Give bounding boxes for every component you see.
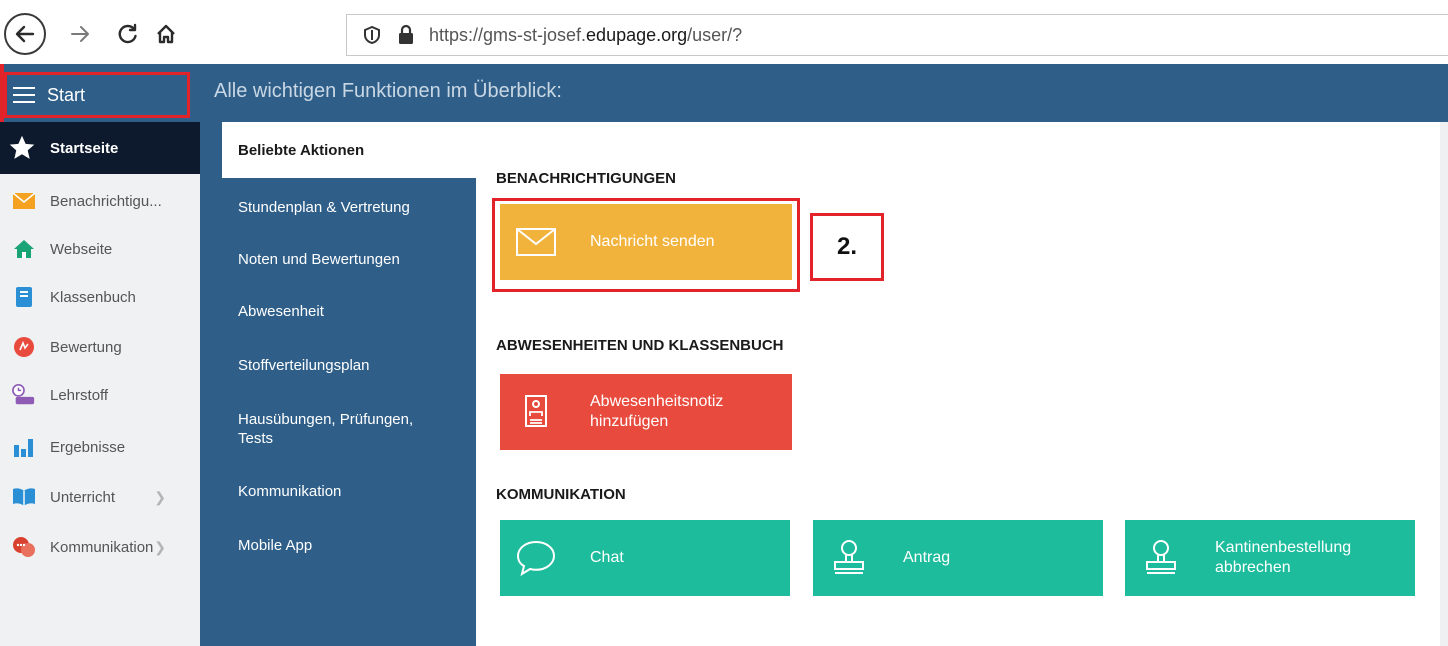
sidebar-item-label: Bewertung — [50, 338, 122, 356]
tile-label: Antrag — [903, 549, 951, 566]
sidebar-item-label: Benachrichtigu... — [50, 192, 162, 210]
chevron-right-icon: ❯ — [154, 488, 166, 505]
section-title-communication: KOMMUNIKATION — [496, 486, 626, 503]
page: https://gms-st-josef.edupage.org/user/? … — [0, 0, 1448, 646]
book-icon — [12, 285, 36, 309]
sidebar-item-unterricht[interactable]: Unterricht ❯ — [0, 472, 200, 522]
sidebar-item-bewertung[interactable]: Bewertung — [0, 322, 200, 372]
step-callout: 2. — [810, 213, 884, 281]
highlight-marker — [0, 64, 4, 122]
lock-icon — [399, 24, 413, 44]
request-tile[interactable]: Antrag — [813, 520, 1103, 596]
sidebar-item-label: Startseite — [50, 139, 119, 157]
sidebar-item-label: Kommunikation — [50, 538, 154, 556]
submenu-item-stundenplan[interactable]: Stundenplan & Vertretung — [200, 198, 476, 217]
address-bar[interactable]: https://gms-st-josef.edupage.org/user/? — [346, 14, 1448, 56]
sidebar-item-label: Unterricht — [50, 488, 116, 506]
chevron-right-icon: ❯ — [154, 538, 166, 555]
tile-label: Abwesenheitsnotiz hinzufügen — [590, 393, 724, 430]
clipboard-person-icon — [525, 395, 547, 427]
sidebar-item-lehrstoff[interactable]: Lehrstoff — [0, 370, 200, 420]
tile-label: Chat — [590, 549, 624, 566]
arrow-right-icon — [71, 26, 89, 42]
reload-button[interactable] — [108, 14, 148, 54]
section-title-absences: ABWESENHEITEN UND KLASSENBUCH — [496, 337, 784, 354]
bar-chart-icon — [12, 435, 36, 459]
sidebar-item-startseite[interactable]: Startseite — [0, 122, 200, 174]
chat-bubbles-icon — [12, 535, 36, 559]
home-button[interactable] — [146, 14, 186, 54]
url-text: https://gms-st-josef.edupage.org/user/? — [429, 25, 743, 45]
submenu: Beliebte Aktionen Stundenplan & Vertretu… — [200, 122, 476, 646]
sidebar-item-ergebnisse[interactable]: Ergebnisse — [0, 422, 200, 472]
start-menu-label: Start — [47, 84, 86, 105]
sidebar-item-webseite[interactable]: Webseite — [0, 224, 200, 274]
submenu-item-abwesenheit[interactable]: Abwesenheit — [200, 302, 476, 321]
browser-toolbar: https://gms-st-josef.edupage.org/user/? — [0, 0, 1448, 64]
submenu-item-mobile-app[interactable]: Mobile App — [200, 536, 476, 555]
forward-button[interactable] — [60, 14, 100, 54]
stamp-icon — [1146, 540, 1176, 574]
submenu-item-beliebte-aktionen[interactable]: Beliebte Aktionen — [222, 122, 476, 178]
speech-bubble-icon — [516, 540, 556, 577]
sidebar-item-kommunikation[interactable]: Kommunikation ❯ — [0, 522, 200, 572]
sidebar-item-klassenbuch[interactable]: Klassenbuch — [0, 272, 200, 322]
star-icon — [9, 135, 36, 160]
back-button[interactable] — [4, 13, 46, 55]
lesson-icon — [12, 383, 36, 407]
home-icon — [157, 24, 175, 44]
chat-tile[interactable]: Chat — [500, 520, 790, 596]
reload-icon — [118, 23, 137, 44]
house-icon — [12, 237, 36, 261]
submenu-item-hausuebungen[interactable]: Hausübungen, Prüfungen, Tests — [200, 410, 450, 448]
envelope-icon — [12, 189, 36, 213]
app-header: Start Alle wichtigen Funktionen im Überb… — [0, 64, 1448, 122]
sidebar-item-benachrichtigungen[interactable]: Benachrichtigu... — [0, 176, 200, 226]
grade-icon — [12, 335, 36, 359]
sidebar-item-label: Klassenbuch — [50, 288, 136, 306]
submenu-item-kommunikation[interactable]: Kommunikation — [200, 482, 476, 501]
stamp-icon — [834, 540, 864, 574]
highlight-box — [492, 198, 800, 292]
submenu-item-stoffverteilungsplan[interactable]: Stoffverteilungsplan — [200, 356, 476, 375]
hamburger-icon — [13, 87, 35, 103]
open-book-icon — [12, 485, 36, 509]
sidebar-item-label: Ergebnisse — [50, 438, 126, 456]
tile-label: Kantinenbestellung abbrechen — [1215, 539, 1352, 576]
sidebar-item-label: Webseite — [50, 240, 113, 258]
sidebar-item-label: Lehrstoff — [50, 386, 109, 404]
sidebar: Startseite Benachrichtigu... Webseite Kl… — [0, 122, 200, 646]
cancel-canteen-order-tile[interactable]: Kantinenbestellung abbrechen — [1125, 520, 1415, 596]
arrow-left-icon — [15, 25, 35, 43]
start-menu-button[interactable]: Start — [4, 72, 190, 118]
scrollbar-track[interactable] — [1440, 122, 1448, 646]
shield-icon — [364, 25, 380, 45]
section-title-notifications: BENACHRICHTIGUNGEN — [496, 170, 676, 187]
page-title: Alle wichtigen Funktionen im Überblick: — [214, 80, 562, 102]
submenu-item-noten[interactable]: Noten und Bewertungen — [200, 250, 476, 269]
add-absence-note-tile[interactable]: Abwesenheitsnotiz hinzufügen — [500, 374, 792, 450]
